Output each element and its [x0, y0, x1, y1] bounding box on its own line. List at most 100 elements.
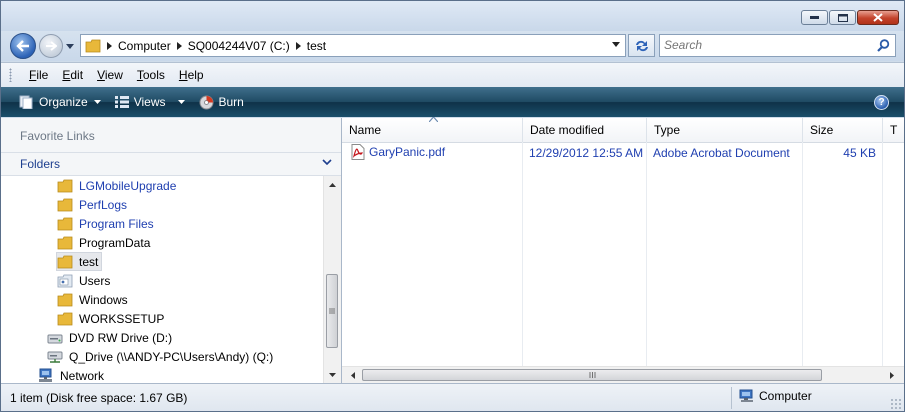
- search-input[interactable]: [664, 37, 864, 53]
- column-header-tags[interactable]: T: [883, 118, 904, 142]
- window-controls: [801, 10, 899, 25]
- tree-item-test[interactable]: test: [56, 252, 103, 271]
- maximize-button[interactable]: [829, 10, 856, 25]
- scroll-down-button[interactable]: [324, 366, 341, 383]
- folder-icon: [85, 39, 101, 52]
- network-icon: [38, 368, 54, 384]
- tree-item-windows[interactable]: Windows: [57, 290, 128, 309]
- scroll-left-button[interactable]: [344, 367, 361, 384]
- folder-icon: [57, 311, 73, 327]
- folder-icon: [57, 197, 73, 213]
- column-divider: [646, 142, 647, 368]
- file-row[interactable]: GaryPanic.pdf 12/29/2012 12:55 AM Adobe …: [342, 143, 904, 163]
- maximize-icon: [837, 13, 848, 22]
- forward-button[interactable]: [39, 34, 63, 58]
- horizontal-scroll-thumb[interactable]: [362, 369, 822, 381]
- column-divider: [802, 142, 803, 368]
- navigation-pane: Favorite Links Folders LGMobileUpgrade P…: [1, 118, 342, 383]
- refresh-icon: [635, 40, 648, 51]
- forward-arrow-icon: [46, 41, 57, 51]
- file-date-cell: 12/29/2012 12:55 AM: [529, 146, 644, 160]
- tree-item-q-drive[interactable]: Q_Drive (\\ANDY-PC\Users\Andy) (Q:): [47, 347, 273, 366]
- address-row: Computer SQ004244V07 (C:) test: [1, 31, 904, 61]
- folder-icon: [57, 292, 73, 308]
- tree-item-dvd-drive[interactable]: DVD RW Drive (D:): [47, 328, 172, 347]
- burn-disc-icon: [199, 95, 214, 110]
- status-divider: [731, 387, 732, 409]
- column-divider: [882, 142, 883, 368]
- file-type-cell: Adobe Acrobat Document: [653, 146, 790, 160]
- network-drive-icon: [47, 349, 63, 365]
- menu-help[interactable]: Help: [172, 68, 211, 82]
- close-button[interactable]: [857, 10, 899, 25]
- address-bar[interactable]: Computer SQ004244V07 (C:) test: [80, 34, 626, 57]
- grip-icon: [589, 372, 595, 378]
- menu-bar: File Edit View Tools Help: [1, 62, 904, 87]
- chevron-down-icon: [329, 372, 336, 377]
- menu-edit[interactable]: Edit: [55, 68, 90, 82]
- tree-vertical-scrollbar[interactable]: [323, 176, 341, 383]
- column-header-size[interactable]: Size: [803, 118, 883, 142]
- address-dropdown-icon[interactable]: [612, 42, 620, 47]
- chevron-right-icon: [295, 41, 301, 50]
- tree-item-program-files[interactable]: Program Files: [57, 214, 154, 233]
- chevron-right-icon: [176, 41, 182, 50]
- scroll-up-button[interactable]: [324, 176, 341, 193]
- recent-pages-dropdown[interactable]: [65, 41, 75, 51]
- chevron-down-icon: [177, 100, 185, 104]
- status-location: Computer: [739, 389, 812, 403]
- minimize-icon: [810, 16, 819, 19]
- column-header-date-modified[interactable]: Date modified: [523, 118, 647, 142]
- tree-item-users[interactable]: Users: [57, 271, 110, 290]
- organize-button[interactable]: Organize: [18, 95, 101, 109]
- chevron-down-icon: [93, 100, 101, 104]
- back-button[interactable]: [10, 33, 36, 59]
- tree-item-programdata[interactable]: ProgramData: [57, 233, 150, 252]
- tree-item-lgmobileupgrade[interactable]: LGMobileUpgrade: [57, 176, 176, 195]
- file-size-cell: 45 KB: [843, 146, 876, 160]
- chevron-left-icon: [350, 372, 355, 379]
- help-icon: ?: [878, 97, 885, 108]
- sort-ascending-icon: [429, 117, 438, 122]
- refresh-button[interactable]: [628, 34, 655, 57]
- scroll-right-button[interactable]: [883, 367, 900, 384]
- menu-tools[interactable]: Tools: [130, 68, 172, 82]
- folder-icon: [57, 178, 73, 194]
- status-bar: 1 item (Disk free space: 1.67 GB) Comput…: [1, 383, 904, 411]
- column-divider: [522, 142, 523, 368]
- title-bar[interactable]: [1, 1, 904, 31]
- scroll-thumb[interactable]: [326, 274, 338, 348]
- folder-icon: [57, 216, 73, 232]
- tree-item-network[interactable]: Network: [38, 366, 104, 383]
- users-folder-icon: [57, 273, 73, 289]
- chevron-up-icon: [329, 182, 336, 187]
- menu-grip[interactable]: [9, 68, 12, 82]
- folder-tree: LGMobileUpgrade PerfLogs Program Files P…: [1, 176, 323, 383]
- tree-item-perflogs[interactable]: PerfLogs: [57, 195, 127, 214]
- column-header-type[interactable]: Type: [647, 118, 803, 142]
- search-box[interactable]: [659, 34, 896, 57]
- tree-item-workssetup[interactable]: WORKSSETUP: [57, 309, 164, 328]
- resize-grip[interactable]: [890, 398, 901, 409]
- file-list-horizontal-scrollbar[interactable]: [342, 366, 904, 384]
- favorite-links-header[interactable]: Favorite Links: [1, 118, 341, 153]
- folder-icon: [57, 235, 73, 251]
- menu-view[interactable]: View: [90, 68, 130, 82]
- file-name-cell[interactable]: GaryPanic.pdf: [351, 144, 445, 160]
- help-button[interactable]: ?: [874, 95, 889, 110]
- burn-button[interactable]: Burn: [199, 95, 244, 110]
- minimize-button[interactable]: [801, 10, 828, 25]
- folders-header[interactable]: Folders: [1, 153, 341, 176]
- search-icon[interactable]: [877, 39, 890, 52]
- breadcrumb-test[interactable]: test: [295, 39, 326, 53]
- dvd-drive-icon: [47, 330, 63, 346]
- column-header-name[interactable]: Name: [342, 117, 523, 142]
- grip-icon: [329, 308, 335, 314]
- status-item-count: 1 item (Disk free space: 1.67 GB): [10, 391, 188, 405]
- chevron-down-icon: [66, 43, 74, 49]
- menu-file[interactable]: File: [22, 68, 55, 82]
- chevron-down-icon[interactable]: [322, 159, 332, 165]
- views-button[interactable]: Views: [114, 95, 185, 109]
- breadcrumb-drive[interactable]: SQ004244V07 (C:): [176, 39, 290, 53]
- breadcrumb-computer[interactable]: Computer: [107, 39, 171, 53]
